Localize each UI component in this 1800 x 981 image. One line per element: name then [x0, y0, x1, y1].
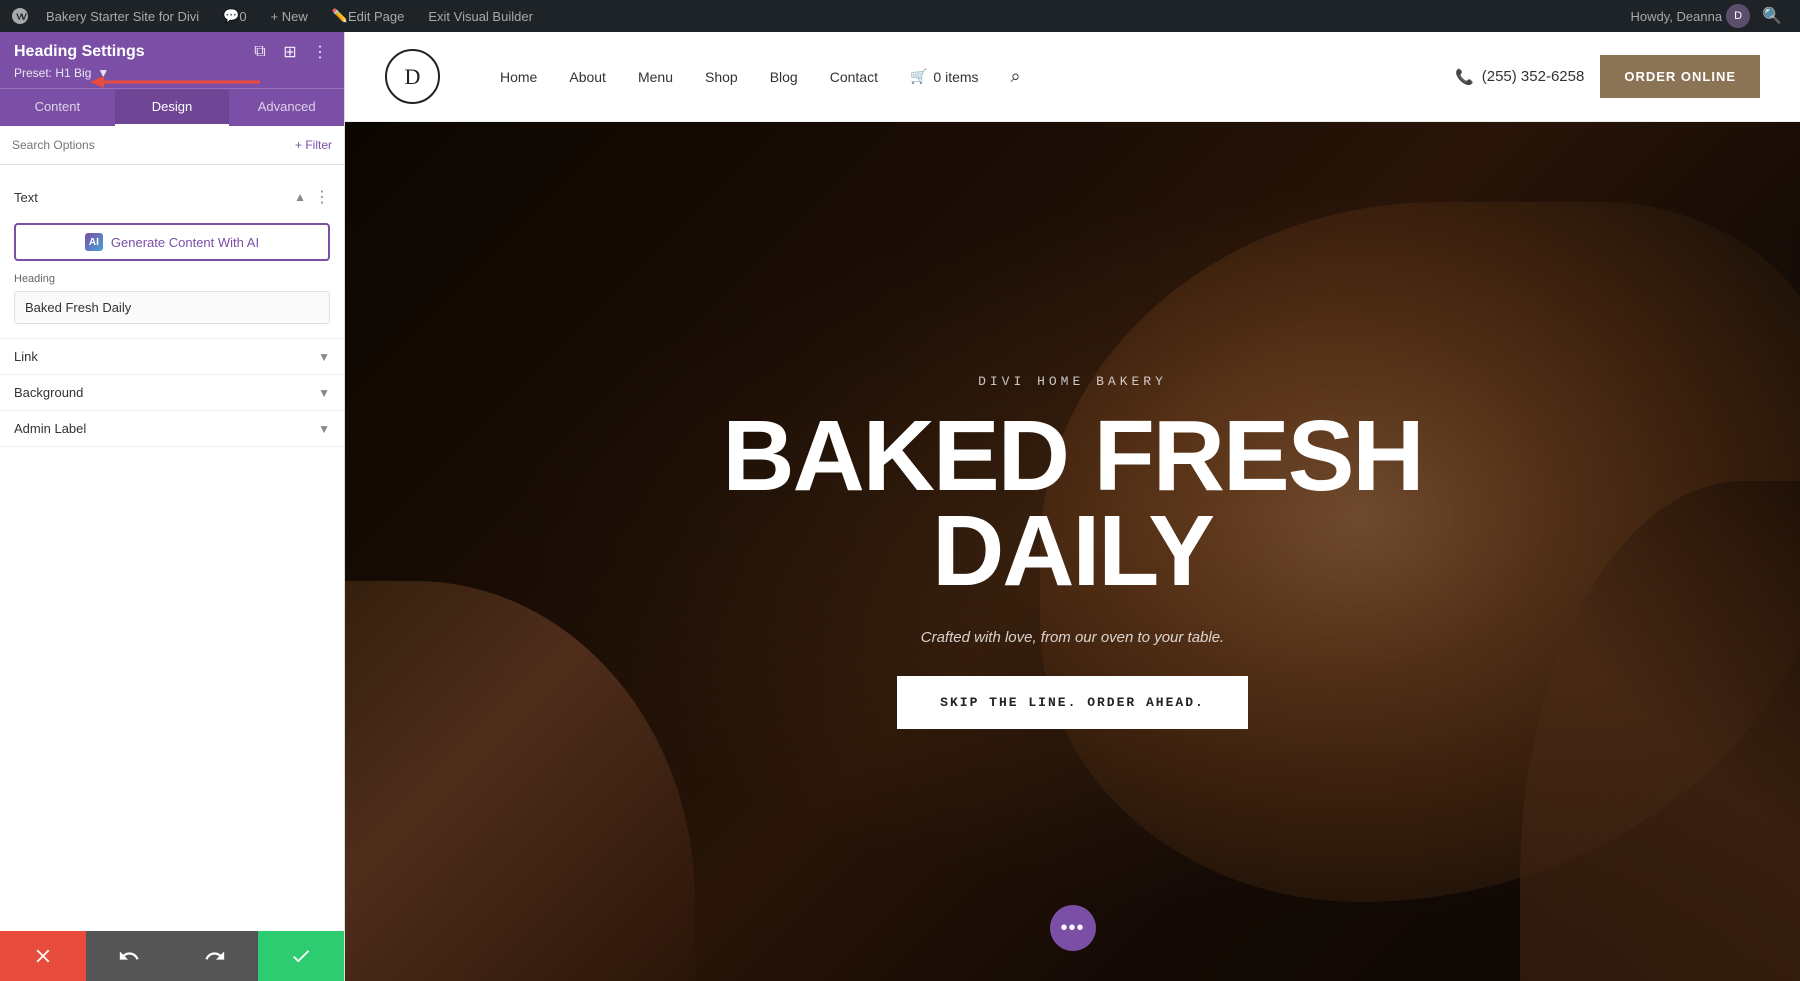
- hero-subtitle: DIVI HOME BAKERY: [978, 374, 1167, 389]
- heading-field-label: Heading: [14, 273, 330, 285]
- nav-home[interactable]: Home: [500, 69, 537, 85]
- more-options-icon[interactable]: ⋮: [310, 42, 330, 62]
- save-icon: [290, 945, 312, 967]
- columns-icon[interactable]: ⊞: [280, 42, 300, 62]
- text-section-content: AI Generate Content With AI Heading: [0, 217, 344, 338]
- order-online-button[interactable]: ORDER ONLINE: [1600, 55, 1760, 98]
- text-section-title: Text: [14, 190, 38, 205]
- background-section-expand-icon[interactable]: ▼: [318, 386, 330, 400]
- undo-button[interactable]: [86, 931, 172, 981]
- panel-tabs: Content Design Advanced: [0, 88, 344, 126]
- ai-icon: AI: [85, 233, 103, 251]
- admin-bar-comments[interactable]: 💬 0: [215, 0, 254, 32]
- cart-info[interactable]: 🛒 0 items: [910, 68, 979, 85]
- link-section-actions: ▼: [318, 350, 330, 364]
- site-preview: D Home About Menu Shop Blog Contact 🛒 0 …: [345, 32, 1800, 981]
- site-name-text: Bakery Starter Site for Divi: [46, 9, 199, 24]
- background-section: Background ▼: [0, 375, 344, 411]
- text-section-collapse-icon[interactable]: ▲: [294, 190, 306, 204]
- hero-cta-button[interactable]: SKIP THE LINE. ORDER AHEAD.: [897, 676, 1248, 729]
- admin-bar-new[interactable]: + New: [263, 0, 316, 32]
- nav-right: 📞 (255) 352-6258 ORDER ONLINE: [1455, 55, 1760, 98]
- save-button[interactable]: [258, 931, 344, 981]
- undo-icon: [118, 945, 140, 967]
- admin-search-icon[interactable]: 🔍: [1754, 6, 1790, 26]
- background-section-header[interactable]: Background ▼: [0, 375, 344, 410]
- nav-blog[interactable]: Blog: [770, 69, 798, 85]
- panel-header-icons: ⧉ ⊞ ⋮: [250, 42, 330, 62]
- ai-generate-button[interactable]: AI Generate Content With AI: [14, 223, 330, 261]
- text-section-header[interactable]: Text ▲ ⋮: [0, 177, 344, 217]
- site-nav: D Home About Menu Shop Blog Contact 🛒 0 …: [345, 32, 1800, 122]
- text-section-more-icon[interactable]: ⋮: [314, 187, 330, 207]
- hero-cta-label: SKIP THE LINE. ORDER AHEAD.: [940, 695, 1205, 710]
- text-section-actions: ▲ ⋮: [294, 187, 330, 207]
- admin-bar-edit-page[interactable]: ✏️ Edit Page: [324, 0, 413, 32]
- admin-label-section-title: Admin Label: [14, 421, 86, 436]
- preset-label: Preset: H1 Big: [14, 66, 91, 80]
- cancel-icon: [32, 945, 54, 967]
- background-section-actions: ▼: [318, 386, 330, 400]
- link-section-title: Link: [14, 349, 38, 364]
- admin-bar-site-name[interactable]: Bakery Starter Site for Divi: [38, 0, 207, 32]
- ai-button-label: Generate Content With AI: [111, 235, 259, 250]
- tab-advanced[interactable]: Advanced: [229, 89, 344, 126]
- filter-button[interactable]: + Filter: [295, 138, 332, 152]
- admin-label-section-actions: ▼: [318, 422, 330, 436]
- link-section: Link ▼: [0, 339, 344, 375]
- nav-links: Home About Menu Shop Blog Contact 🛒 0 it…: [500, 66, 1455, 87]
- admin-label-expand-icon[interactable]: ▼: [318, 422, 330, 436]
- tab-content[interactable]: Content: [0, 89, 115, 126]
- nav-menu[interactable]: Menu: [638, 69, 673, 85]
- redo-button[interactable]: [172, 931, 258, 981]
- preset-selector[interactable]: Preset: H1 Big ▼: [14, 66, 330, 80]
- tab-design[interactable]: Design: [115, 89, 230, 126]
- copy-icon[interactable]: ⧉: [250, 42, 270, 62]
- nav-about[interactable]: About: [569, 69, 606, 85]
- hero-title: BAKED FRESH DAILY: [722, 409, 1422, 599]
- main-area: Heading Settings ⧉ ⊞ ⋮ Preset: H1 Big ▼: [0, 32, 1800, 981]
- hero-dots-icon: •••: [1060, 917, 1084, 940]
- nav-contact[interactable]: Contact: [830, 69, 878, 85]
- preset-dropdown-icon: ▼: [97, 66, 109, 80]
- panel-header: Heading Settings ⧉ ⊞ ⋮ Preset: H1 Big ▼: [0, 32, 344, 88]
- admin-bar-exit-builder[interactable]: Exit Visual Builder: [420, 0, 541, 32]
- panel-title: Heading Settings: [14, 43, 145, 61]
- background-section-title: Background: [14, 385, 83, 400]
- admin-label-section: Admin Label ▼: [0, 411, 344, 447]
- redo-icon: [204, 945, 226, 967]
- search-input-container: [12, 136, 295, 154]
- hero-dots-button[interactable]: •••: [1050, 905, 1096, 951]
- phone-number: (255) 352-6258: [1482, 68, 1585, 85]
- admin-bar-right: Howdy, Deanna D 🔍: [1631, 4, 1790, 28]
- hero-section: DIVI HOME BAKERY BAKED FRESH DAILY Craft…: [345, 122, 1800, 981]
- cart-icon: 🛒: [910, 68, 927, 85]
- admin-avatar[interactable]: D: [1726, 4, 1750, 28]
- link-section-header[interactable]: Link ▼: [0, 339, 344, 374]
- site-logo: D: [385, 49, 440, 104]
- search-options-input[interactable]: [12, 138, 295, 152]
- wp-logo-icon[interactable]: [10, 6, 30, 26]
- nav-shop[interactable]: Shop: [705, 69, 738, 85]
- panel-header-top: Heading Settings ⧉ ⊞ ⋮: [14, 42, 330, 62]
- cart-count: 0 items: [933, 69, 978, 85]
- panel-body: Text ▲ ⋮ AI Generate Content With AI Hea…: [0, 165, 344, 931]
- admin-bar: Bakery Starter Site for Divi 💬 0 + New ✏…: [0, 0, 1800, 32]
- panel-bottom-bar: [0, 931, 344, 981]
- cancel-button[interactable]: [0, 931, 86, 981]
- hero-title-line2: DAILY: [932, 495, 1213, 607]
- panel-search-bar: + Filter: [0, 126, 344, 165]
- phone-icon: 📞: [1455, 68, 1474, 86]
- phone-info: 📞 (255) 352-6258: [1455, 68, 1584, 86]
- heading-input[interactable]: [14, 291, 330, 324]
- link-section-expand-icon[interactable]: ▼: [318, 350, 330, 364]
- text-section: Text ▲ ⋮ AI Generate Content With AI Hea…: [0, 177, 344, 339]
- site-search-icon[interactable]: ⌕: [1011, 66, 1021, 87]
- admin-label-section-header[interactable]: Admin Label ▼: [0, 411, 344, 446]
- left-panel: Heading Settings ⧉ ⊞ ⋮ Preset: H1 Big ▼: [0, 32, 345, 981]
- admin-howdy: Howdy, Deanna: [1631, 9, 1723, 24]
- hero-content: DIVI HOME BAKERY BAKED FRESH DAILY Craft…: [345, 122, 1800, 981]
- hero-description: Crafted with love, from our oven to your…: [921, 629, 1224, 646]
